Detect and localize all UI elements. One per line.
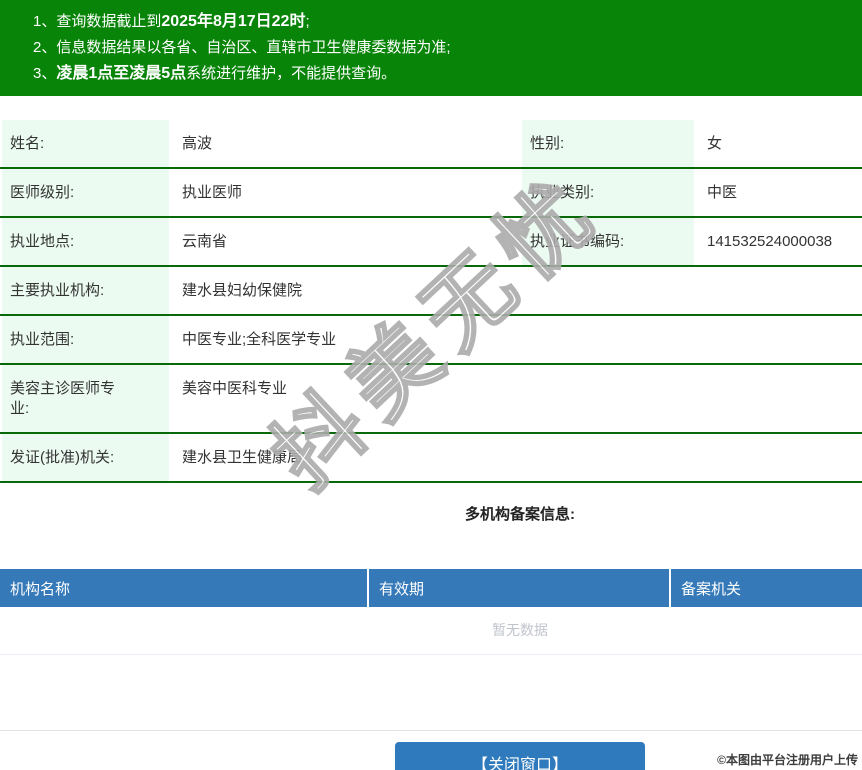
field-label-practice-category: 执业类别:: [520, 168, 694, 218]
field-value-gender: 女: [694, 120, 862, 169]
field-value-practice-scope: 中医专业;全科医学专业: [169, 315, 862, 365]
empty-data-text: 暂无数据: [0, 607, 862, 655]
notice-1-suffix: ;: [305, 13, 310, 30]
field-label-name: 姓名:: [0, 120, 169, 169]
org-table-empty-row: 暂无数据: [0, 607, 862, 655]
org-header-filing-authority: 备案机关: [670, 569, 862, 607]
field-label-cosmetic-specialty: 美容主诊医师专业:: [0, 364, 169, 434]
close-window-button[interactable]: 【关闭窗口】: [395, 742, 645, 770]
table-row: 执业地点: 云南省 执业证书编码: 141532524000038: [0, 217, 862, 267]
field-value-issuing-authority: 建水县卫生健康局: [169, 433, 862, 483]
field-value-doctor-level: 执业医师: [169, 168, 521, 218]
notice-1-number: 1、: [33, 13, 57, 30]
notice-line-3: 3、凌晨1点至凌晨5点系统进行维护，不能提供查询。: [33, 61, 862, 87]
org-header-institution-name: 机构名称: [0, 569, 369, 607]
notice-2-text: 信息数据结果以各省、自治区、直辖市卫生健康委数据为准;: [56, 39, 451, 56]
notice-line-2: 2、信息数据结果以各省、自治区、直辖市卫生健康委数据为准;: [33, 35, 862, 61]
multi-org-section-title: 多机构备案信息:: [465, 506, 575, 523]
field-value-certificate-number: 141532524000038: [694, 217, 862, 267]
field-value-practice-category: 中医: [694, 168, 862, 218]
notice-1-bold: 2025年8月17日22时: [161, 13, 306, 30]
field-label-gender: 性别:: [520, 120, 694, 169]
notice-line-1: 1、查询数据截止到2025年8月17日22时;: [33, 9, 862, 35]
notice-3-number: 3、: [33, 65, 57, 82]
field-label-issuing-authority: 发证(批准)机关:: [0, 433, 169, 483]
field-value-name: 高波: [169, 120, 521, 169]
table-row: 医师级别: 执业医师 执业类别: 中医: [0, 168, 862, 218]
field-value-practice-location: 云南省: [169, 217, 521, 267]
table-row: 美容主诊医师专业: 美容中医科专业: [0, 364, 862, 434]
table-row: 姓名: 高波 性别: 女: [0, 120, 862, 169]
notice-3-bold: 凌晨1点至凌晨5点: [56, 65, 187, 82]
field-label-practice-scope: 执业范围:: [0, 315, 169, 365]
org-header-validity-period: 有效期: [368, 569, 671, 607]
field-value-main-institution: 建水县妇幼保健院: [169, 266, 862, 316]
physician-info-table: 姓名: 高波 性别: 女 医师级别: 执业医师 执业类别: 中医 执业地点: 云…: [0, 120, 862, 483]
notice-banner: 1、查询数据截止到2025年8月17日22时; 2、信息数据结果以各省、自治区、…: [0, 0, 862, 96]
field-label-doctor-level: 医师级别:: [0, 168, 169, 218]
table-row: 发证(批准)机关: 建水县卫生健康局: [0, 433, 862, 483]
field-label-practice-location: 执业地点:: [0, 217, 169, 267]
multi-org-table: 机构名称 有效期 备案机关 暂无数据: [0, 569, 862, 655]
notice-1-text: 查询数据截止到: [56, 13, 162, 30]
notice-3-suffix: 系统进行维护，不能提供查询。: [186, 65, 397, 82]
notice-2-number: 2、: [33, 39, 57, 56]
org-table-header-row: 机构名称 有效期 备案机关: [0, 569, 862, 607]
copyright-watermark: ©本图由平台注册用户上传: [717, 753, 858, 767]
field-label-certificate-number: 执业证书编码:: [520, 217, 694, 267]
field-value-cosmetic-specialty: 美容中医科专业: [169, 364, 862, 434]
table-row: 主要执业机构: 建水县妇幼保健院: [0, 266, 862, 316]
query-result-page: 1、查询数据截止到2025年8月17日22时; 2、信息数据结果以各省、自治区、…: [0, 0, 862, 770]
result-content: 姓名: 高波 性别: 女 医师级别: 执业医师 执业类别: 中医 执业地点: 云…: [0, 120, 862, 770]
table-row: 执业范围: 中医专业;全科医学专业: [0, 315, 862, 365]
field-label-main-institution: 主要执业机构:: [0, 266, 169, 316]
